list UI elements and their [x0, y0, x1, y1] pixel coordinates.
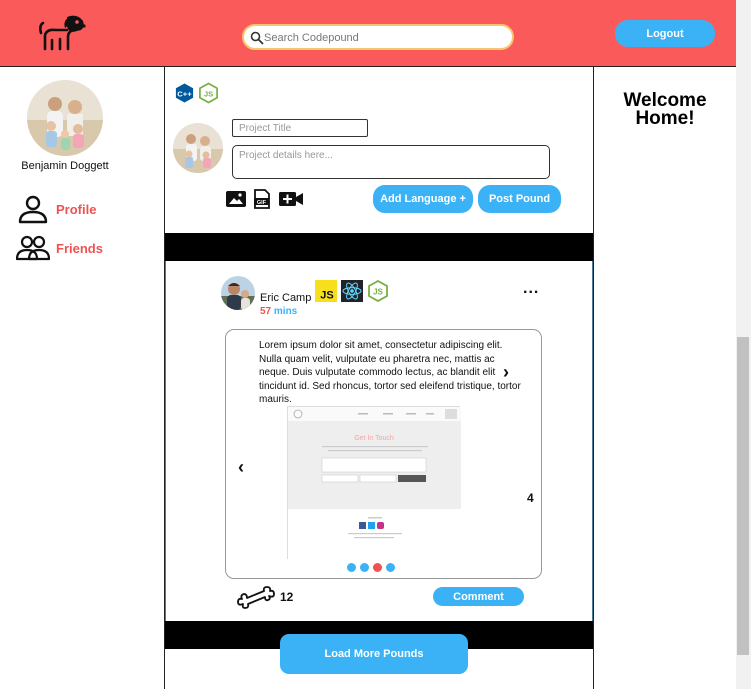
- post-body-text: Lorem ipsum dolor sit amet, consectetur …: [259, 340, 521, 405]
- top-header: Logout: [0, 0, 736, 67]
- search-icon: [250, 31, 264, 45]
- chevron-right-icon[interactable]: ›: [503, 362, 509, 383]
- bone-count: 12: [280, 590, 294, 604]
- svg-text:JS: JS: [204, 89, 213, 98]
- sidebar-item-profile[interactable]: Profile: [16, 194, 96, 224]
- load-more-button[interactable]: Load More Pounds: [280, 634, 468, 674]
- javascript-language-icon[interactable]: JS: [315, 280, 337, 302]
- search-input[interactable]: [264, 29, 504, 47]
- post-author-avatar[interactable]: [221, 276, 255, 310]
- person-icon: [18, 195, 48, 224]
- post-timestamp: 57 mins: [260, 306, 297, 317]
- svg-text:GIF: GIF: [257, 200, 267, 206]
- add-language-button[interactable]: Add Language +: [373, 185, 473, 213]
- sidebar-item-label: Profile: [56, 201, 97, 217]
- bone-icon[interactable]: [236, 584, 276, 610]
- search-bar[interactable]: [242, 24, 514, 50]
- sidebar-item-friends[interactable]: Friends: [16, 233, 103, 263]
- logout-button[interactable]: Logout: [615, 20, 715, 47]
- nodejs-language-icon[interactable]: JS: [367, 280, 389, 302]
- post-screenshot-image: Get In Touch: [287, 406, 461, 560]
- user-name[interactable]: Benjamin Doggett: [0, 160, 130, 172]
- gif-icon[interactable]: GIF: [253, 189, 271, 209]
- welcome-heading: Welcome Home!: [623, 90, 707, 129]
- carousel-slide-count: 4: [527, 491, 534, 505]
- svg-text:JS: JS: [373, 288, 383, 297]
- carousel-dot[interactable]: [347, 563, 356, 572]
- dog-logo-icon[interactable]: [37, 13, 87, 53]
- carousel-dot-active[interactable]: [373, 563, 382, 572]
- image-icon[interactable]: [225, 189, 247, 209]
- carousel-dot[interactable]: [386, 563, 395, 572]
- comment-button[interactable]: Comment: [433, 587, 524, 606]
- cpp-language-icon[interactable]: C++: [174, 82, 195, 104]
- post-author-name[interactable]: Eric Camp: [260, 292, 311, 304]
- nodejs-language-icon[interactable]: JS: [198, 82, 219, 104]
- carousel-dot[interactable]: [360, 563, 369, 572]
- post-pound-button[interactable]: Post Pound: [478, 185, 561, 213]
- project-details-input[interactable]: [232, 145, 550, 179]
- react-language-icon[interactable]: [341, 280, 363, 302]
- composer-avatar: [173, 123, 223, 173]
- people-icon: [16, 235, 50, 261]
- post-options-icon[interactable]: ...: [523, 280, 539, 298]
- chevron-left-icon[interactable]: ‹: [238, 457, 244, 478]
- composer-language-list: C++ JS: [174, 82, 219, 104]
- sidebar-item-label: Friends: [56, 240, 103, 256]
- video-plus-icon[interactable]: [278, 189, 304, 209]
- carousel-dots: [347, 563, 395, 572]
- post-time-value: 57: [260, 306, 272, 317]
- svg-text:C++: C++: [177, 89, 192, 98]
- app-page: Logout Benjamin Doggett Profile: [0, 0, 751, 689]
- post-language-list: JS JS: [315, 280, 389, 302]
- screenshot-heading: Get In Touch: [354, 435, 394, 442]
- feed-divider-top: [165, 233, 593, 261]
- project-title-input[interactable]: [232, 119, 368, 137]
- user-avatar[interactable]: [27, 80, 103, 156]
- post-time-unit: mins: [273, 306, 298, 317]
- page-scrollbar-thumb[interactable]: [737, 337, 749, 655]
- svg-text:JS: JS: [320, 290, 333, 302]
